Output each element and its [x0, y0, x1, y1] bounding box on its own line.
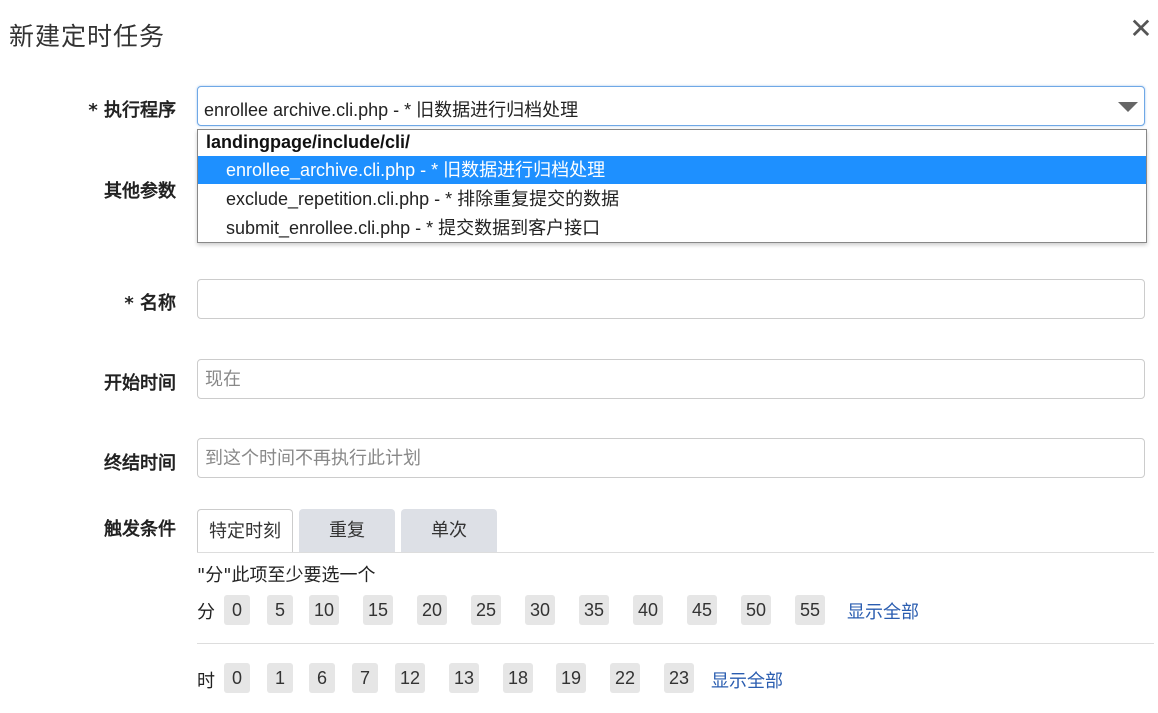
end-time-field[interactable] [197, 438, 1145, 478]
minute-chip[interactable]: 50 [741, 595, 772, 625]
tab-specific-time[interactable]: 特定时刻 [197, 509, 293, 553]
option-file: submit_enrollee.cli.php [226, 218, 411, 238]
hour-chip[interactable]: 23 [664, 663, 695, 693]
close-icon[interactable]: ✕ [1127, 14, 1155, 44]
end-time-label: 终结时间 [104, 453, 176, 474]
program-select[interactable]: enrollee archive.cli.php - * 旧数据进行归档处理 [197, 86, 1145, 126]
minute-label: 分 [197, 602, 215, 623]
minute-chip[interactable]: 10 [309, 595, 340, 625]
hour-chip[interactable]: 12 [395, 663, 426, 693]
option-desc: - * 排除重复提交的数据 [429, 189, 620, 209]
tab-once[interactable]: 单次 [401, 509, 497, 553]
hour-chip[interactable]: 19 [556, 663, 587, 693]
hour-chip[interactable]: 1 [267, 663, 293, 693]
name-label: * 名称 [124, 293, 176, 314]
option-desc: - * 提交数据到客户接口 [410, 218, 601, 238]
minute-chip[interactable]: 30 [525, 595, 556, 625]
option-file: exclude_repetition.cli.php [226, 189, 430, 209]
option-file: enrollee_archive.cli.php [226, 160, 416, 180]
name-input[interactable] [198, 280, 1144, 318]
minute-chip[interactable]: 20 [417, 595, 448, 625]
program-dropdown: landingpage/include/cli/ enrollee_archiv… [197, 129, 1147, 243]
minute-chip[interactable]: 55 [795, 595, 826, 625]
program-label: * 执行程序 [88, 100, 176, 121]
chevron-down-icon[interactable] [1118, 102, 1138, 112]
minute-hint: "分"此项至少要选一个 [197, 565, 376, 586]
hour-label: 时 [197, 671, 215, 692]
minute-show-all-link[interactable]: 显示全部 [847, 598, 919, 624]
start-time-input[interactable] [198, 360, 1144, 398]
minute-chip[interactable]: 25 [471, 595, 502, 625]
hour-chip[interactable]: 6 [309, 663, 335, 693]
program-select-value: enrollee archive.cli.php - * 旧数据进行归档处理 [204, 100, 579, 120]
divider [197, 643, 1154, 644]
end-time-input[interactable] [198, 439, 1144, 477]
name-field[interactable] [197, 279, 1145, 319]
minute-chip[interactable]: 45 [687, 595, 718, 625]
dropdown-option[interactable]: exclude_repetition.cli.php - * 排除重复提交的数据 [198, 185, 1146, 213]
start-time-field[interactable] [197, 359, 1145, 399]
hour-show-all-link[interactable]: 显示全部 [711, 667, 783, 693]
hour-chip[interactable]: 13 [449, 663, 480, 693]
dropdown-group-label: landingpage/include/cli/ [206, 132, 411, 152]
hour-chip[interactable]: 22 [610, 663, 641, 693]
params-label: 其他参数 [104, 181, 176, 202]
hour-chip[interactable]: 7 [352, 663, 378, 693]
minute-chip[interactable]: 15 [363, 595, 394, 625]
minute-chip[interactable]: 5 [267, 595, 293, 625]
minute-chip[interactable]: 40 [633, 595, 664, 625]
dialog-title: 新建定时任务 [9, 22, 166, 51]
trigger-label: 触发条件 [104, 519, 176, 540]
hour-chip[interactable]: 18 [503, 663, 534, 693]
minute-chip[interactable]: 35 [579, 595, 610, 625]
tab-repeat[interactable]: 重复 [299, 509, 395, 553]
start-time-label: 开始时间 [104, 373, 176, 394]
dropdown-option[interactable]: submit_enrollee.cli.php - * 提交数据到客户接口 [198, 214, 1146, 242]
hour-chip[interactable]: 0 [224, 663, 250, 693]
option-desc: - * 旧数据进行归档处理 [415, 160, 606, 180]
dropdown-option[interactable]: enrollee_archive.cli.php - * 旧数据进行归档处理 [198, 156, 1146, 184]
minute-chip[interactable]: 0 [224, 595, 250, 625]
